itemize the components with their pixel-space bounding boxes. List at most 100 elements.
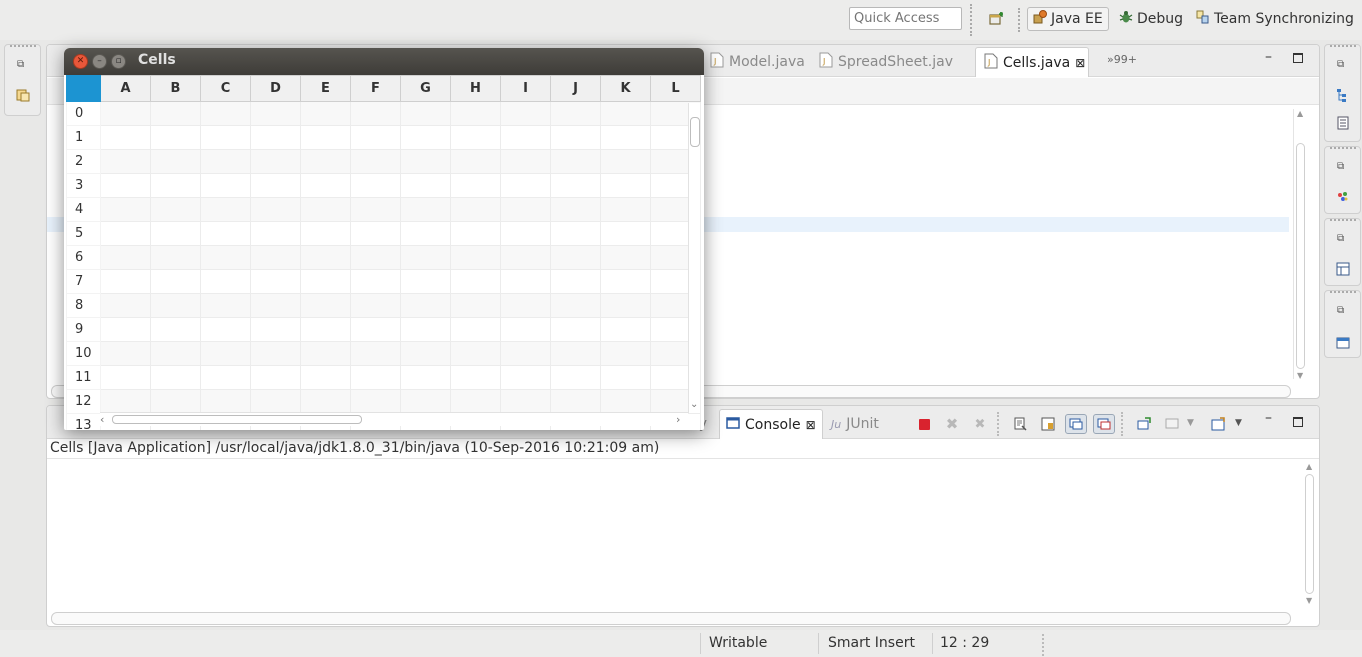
row-header[interactable]: 13: [66, 413, 101, 430]
row-header[interactable]: 12: [66, 389, 101, 414]
grid-cell[interactable]: [500, 149, 551, 174]
scrollbar-thumb[interactable]: [690, 117, 700, 147]
grid-cell[interactable]: [600, 341, 651, 366]
grid-cell[interactable]: [500, 221, 551, 246]
grid-cell[interactable]: [350, 317, 401, 342]
grid-cell[interactable]: [500, 341, 551, 366]
grid-cell[interactable]: [300, 389, 351, 414]
grid-cell[interactable]: [200, 365, 251, 390]
grid-cell[interactable]: [550, 221, 601, 246]
window-close-button[interactable]: ✕: [73, 54, 88, 69]
grid-cell[interactable]: [600, 149, 651, 174]
tab-overflow-button[interactable]: »99+: [1107, 53, 1137, 66]
scroll-down-icon[interactable]: ▼: [1306, 596, 1312, 605]
row-header[interactable]: 4: [66, 197, 101, 222]
scrollbar-thumb[interactable]: [112, 415, 362, 424]
column-header[interactable]: L: [650, 75, 701, 102]
perspective-debug-button[interactable]: Debug: [1114, 7, 1186, 31]
column-header[interactable]: G: [400, 75, 451, 102]
terminate-icon[interactable]: [913, 414, 935, 434]
window-view-icon[interactable]: [1335, 335, 1351, 355]
remove-launch-icon[interactable]: ✖: [941, 414, 963, 434]
grid-cell[interactable]: [150, 125, 201, 150]
grid-cell[interactable]: [300, 101, 351, 126]
grid-cell[interactable]: [350, 365, 401, 390]
grid-cell[interactable]: [300, 173, 351, 198]
grid-cell[interactable]: [500, 197, 551, 222]
grid-cell[interactable]: [200, 269, 251, 294]
grid-cell[interactable]: [450, 125, 501, 150]
grid-cell[interactable]: [450, 341, 501, 366]
grid-cell[interactable]: [350, 341, 401, 366]
grid-cell[interactable]: [600, 197, 651, 222]
column-header[interactable]: F: [350, 75, 401, 102]
grid-cell[interactable]: [200, 125, 251, 150]
grid-cell[interactable]: [200, 197, 251, 222]
grid-cell[interactable]: [250, 149, 301, 174]
grid-cell[interactable]: [450, 245, 501, 270]
grid-cell[interactable]: [300, 317, 351, 342]
grid-cell[interactable]: [350, 101, 401, 126]
spreadsheet-grid[interactable]: ABCDEFGHIJKL 0 1 2 3 4 5 6 7 8 9 10 11 12 13: [66, 75, 702, 430]
perspective-java-ee-button[interactable]: Java EE: [1027, 7, 1109, 31]
close-tab-icon[interactable]: ⊠: [806, 418, 816, 432]
grid-cell[interactable]: [600, 173, 651, 198]
grid-cell[interactable]: [450, 389, 501, 414]
select-all-corner[interactable]: [66, 75, 101, 102]
column-header[interactable]: C: [200, 75, 251, 102]
grid-cell[interactable]: [300, 293, 351, 318]
grid-cell[interactable]: [100, 341, 151, 366]
remove-all-terminated-icon[interactable]: ✖: [969, 414, 991, 434]
status-insert-mode[interactable]: Smart Insert: [828, 635, 915, 651]
pin-console-icon[interactable]: [1133, 414, 1155, 434]
restore-icon[interactable]: ⧉: [1337, 59, 1344, 70]
grid-cell[interactable]: [100, 149, 151, 174]
properties-icon[interactable]: [1335, 261, 1351, 281]
grid-cell[interactable]: [400, 293, 451, 318]
perspective-team-sync-button[interactable]: Team Synchronizing: [1191, 7, 1361, 31]
grid-cell[interactable]: [400, 125, 451, 150]
grid-cell[interactable]: [300, 245, 351, 270]
grid-cell[interactable]: [400, 173, 451, 198]
row-header[interactable]: 8: [66, 293, 101, 318]
minimize-icon[interactable]: –: [1265, 410, 1272, 426]
grid-cell[interactable]: [300, 125, 351, 150]
grid-cell[interactable]: [350, 293, 401, 318]
grid-cell[interactable]: [100, 173, 151, 198]
grid-cell[interactable]: [100, 221, 151, 246]
grid-cell[interactable]: [150, 173, 201, 198]
grid-cell[interactable]: [550, 245, 601, 270]
row-header[interactable]: 5: [66, 221, 101, 246]
grid-cell[interactable]: [550, 365, 601, 390]
grid-cell[interactable]: [550, 125, 601, 150]
quick-access-input[interactable]: [849, 7, 962, 30]
grid-cell[interactable]: [200, 149, 251, 174]
grid-cell[interactable]: [200, 389, 251, 414]
grid-cell[interactable]: [100, 269, 151, 294]
row-header[interactable]: 9: [66, 317, 101, 342]
task-list-icon[interactable]: [1335, 115, 1351, 135]
grid-cell[interactable]: [450, 173, 501, 198]
tab-cells-java[interactable]: J Cells.java ⊠: [975, 47, 1089, 77]
grid-cell[interactable]: [500, 317, 551, 342]
tab-spreadsheet-java[interactable]: J SpreadSheet.jav: [811, 47, 961, 77]
grid-cell[interactable]: [150, 269, 201, 294]
console-horizontal-scrollbar[interactable]: [51, 612, 1291, 625]
grid-cell[interactable]: [100, 389, 151, 414]
grid-cell[interactable]: [150, 317, 201, 342]
scroll-up-icon[interactable]: ▲: [1297, 109, 1303, 118]
spreadsheet-table[interactable]: ABCDEFGHIJKL 0 1 2 3 4 5 6 7 8 9 10 11 12 13: [66, 75, 701, 430]
chevron-down-icon[interactable]: ▼: [1235, 418, 1242, 428]
grid-cell[interactable]: [550, 293, 601, 318]
grid-cell[interactable]: [600, 125, 651, 150]
row-header[interactable]: 7: [66, 269, 101, 294]
grid-cell[interactable]: [100, 293, 151, 318]
outline-icon[interactable]: [1335, 87, 1351, 107]
grid-cell[interactable]: [400, 317, 451, 342]
tab-junit[interactable]: Ju JUnit: [825, 409, 885, 439]
tab-model-java[interactable]: J Model.java: [702, 47, 813, 77]
row-header[interactable]: 3: [66, 173, 101, 198]
grid-cell[interactable]: [550, 317, 601, 342]
row-header[interactable]: 0: [66, 101, 101, 126]
console-vertical-scrollbar[interactable]: ▲ ▼: [1303, 462, 1317, 608]
